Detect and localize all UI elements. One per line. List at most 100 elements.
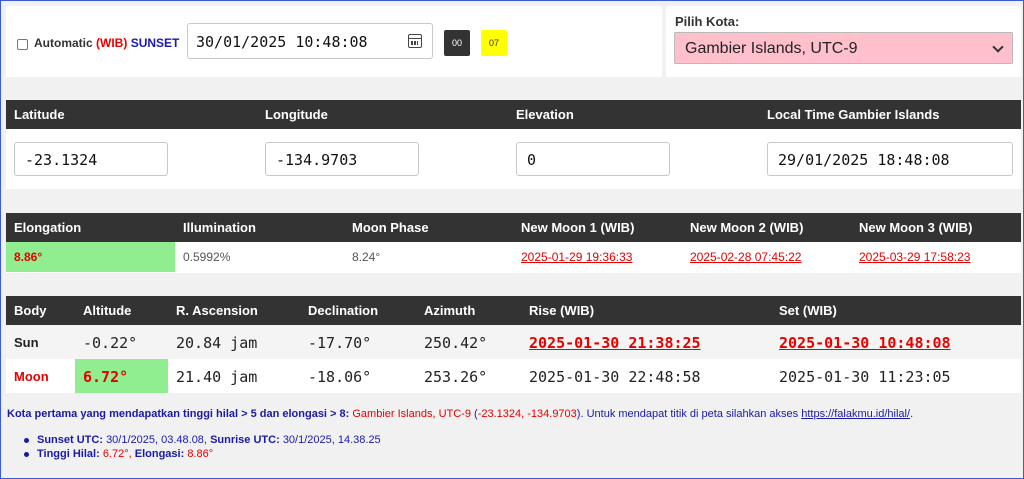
rise-link[interactable]: 2025-01-30 21:38:25 <box>529 334 701 352</box>
new-moon-3-link[interactable]: 2025-03-29 17:58:23 <box>859 250 970 264</box>
ra-header: R. Ascension <box>176 303 258 318</box>
rise-header-text: Rise <box>529 303 557 318</box>
datetime-input[interactable]: 30/01/2025 10:48:08 <box>187 23 433 59</box>
list-item: Tinggi Hilal: 6.72°, Elongasi: 8.86° <box>23 447 381 461</box>
body-name: Sun <box>14 335 39 350</box>
rise-value: 2025-01-30 22:48:58 <box>529 368 701 386</box>
wib-text: (WIB) <box>600 220 635 235</box>
ra-value: 20.84 jam <box>176 334 258 352</box>
set-header-text: Set <box>779 303 800 318</box>
altitude-value: -0.22° <box>83 334 138 352</box>
elongasi-value: 8.86° <box>187 448 214 460</box>
declination-header: Declination <box>308 303 379 318</box>
rise-header: Rise (WIB) <box>529 303 594 318</box>
minute-button[interactable]: 07 <box>481 30 507 56</box>
azimuth-value: 250.42° <box>424 334 488 352</box>
city-select-value: Gambier Islands, UTC-9 <box>685 40 858 57</box>
new-moon-1-header: New Moon 1 (WIB) <box>521 220 634 235</box>
elevation-value: 0 <box>527 151 537 169</box>
sunset-utc-label: Sunset UTC: <box>37 434 103 446</box>
info-coords: -23.1324, -134.9703 <box>477 408 577 420</box>
elevation-input[interactable]: 0 <box>516 142 670 176</box>
sunset-utc-value: 30/1/2025, 03.48.08, <box>106 434 207 446</box>
city-select[interactable]: Gambier Islands, UTC-9 <box>674 32 1013 64</box>
automatic-text: Automatic <box>34 36 93 50</box>
info-tail: . Untuk mendapat titik di peta silahkan … <box>580 408 799 420</box>
new-moon-3-header: New Moon 3 (WIB) <box>859 220 972 235</box>
info-intro: Kota pertama yang mendapatkan tinggi hil… <box>7 408 350 420</box>
moon-table: Elongation Illumination Moon Phase New M… <box>6 213 1021 273</box>
azimuth-value: 253.26° <box>424 368 488 386</box>
set-header: Set (WIB) <box>779 303 837 318</box>
longitude-header: Longitude <box>265 107 328 122</box>
latitude-header: Latitude <box>14 107 65 122</box>
hilal-info: Kota pertama yang mendapatkan tinggi hil… <box>7 408 913 420</box>
longitude-input[interactable]: -134.9703 <box>265 142 419 176</box>
altitude-value: 6.72° <box>83 368 129 386</box>
control-bar: Automatic (WIB) SUNSET 30/01/2025 10:48:… <box>6 6 662 77</box>
set-link[interactable]: 2025-01-30 10:48:08 <box>779 334 951 352</box>
local-time-header: Local Time Gambier Islands <box>767 107 940 122</box>
city-label: Pilih Kota: <box>675 14 740 29</box>
azimuth-header: Azimuth <box>424 303 476 318</box>
datetime-value: 30/01/2025 10:48:08 <box>196 33 368 51</box>
automatic-label: Automatic (WIB) SUNSET <box>34 36 179 50</box>
moon-phase-header: Moon Phase <box>352 220 429 235</box>
new-moon-2-header-text: New Moon 2 <box>690 220 766 235</box>
wib-text: (WIB) <box>769 220 804 235</box>
moon-table-header: Elongation Illumination Moon Phase New M… <box>6 213 1021 242</box>
local-time-value: 29/01/2025 18:48:08 <box>778 151 950 169</box>
body-header: Body <box>14 303 47 318</box>
new-moon-2-link[interactable]: 2025-02-28 07:45:22 <box>690 250 801 264</box>
wib-text: (WIB) <box>938 220 973 235</box>
moon-phase-value: 8.24° <box>352 250 381 264</box>
set-value: 2025-01-30 11:23:05 <box>779 368 951 386</box>
elongasi-label: Elongasi: <box>134 448 185 460</box>
illumination-value: 0.5992% <box>183 250 231 264</box>
latitude-value: -23.1324 <box>25 151 98 169</box>
info-city: Gambier Islands, UTC-9 <box>352 408 471 420</box>
elevation-header: Elevation <box>516 107 574 122</box>
wib-text: (WIB) <box>96 36 128 50</box>
info-coords-wrap: (-23.1324, -134.9703) <box>474 408 581 420</box>
illumination-header: Illumination <box>183 220 256 235</box>
declination-value: -17.70° <box>308 334 372 352</box>
new-moon-3-header-text: New Moon 3 <box>859 220 935 235</box>
elongation-cell: 8.86° <box>6 242 175 272</box>
tinggi-hilal-value: 6.72°, <box>102 448 132 460</box>
table-row-moon: Moon 6.72° 21.40 jam -18.06° 253.26° 202… <box>6 359 1021 393</box>
body-name: Moon <box>14 369 49 384</box>
new-moon-2-header: New Moon 2 (WIB) <box>690 220 803 235</box>
list-item: Sunset UTC: 30/1/2025, 03.48.08, Sunrise… <box>23 433 381 447</box>
summary-list: Sunset UTC: 30/1/2025, 03.48.08, Sunrise… <box>23 433 381 461</box>
altitude-cell: 6.72° <box>75 359 168 393</box>
table-row-sun: Sun -0.22° 20.84 jam -17.70° 250.42° 202… <box>6 325 1021 359</box>
elongation-header: Elongation <box>14 220 82 235</box>
info-end: . <box>910 408 914 420</box>
sunset-text: SUNSET <box>130 36 180 50</box>
body-table: Body Altitude R. Ascension Declination A… <box>6 296 1021 393</box>
wib-text: (WIB) <box>560 303 595 318</box>
sunrise-utc-value: 30/1/2025, 14.38.25 <box>282 434 381 446</box>
calendar-icon[interactable] <box>408 34 422 48</box>
declination-value: -18.06° <box>308 368 372 386</box>
ra-value: 21.40 jam <box>176 368 258 386</box>
sunrise-utc-label: Sunrise UTC: <box>210 434 280 446</box>
elongation-value: 8.86° <box>14 250 43 264</box>
wib-text: (WIB) <box>802 303 837 318</box>
city-panel: Pilih Kota: Gambier Islands, UTC-9 <box>666 6 1021 77</box>
falakmu-link[interactable]: https://falakmu.id/hilal/ <box>801 408 910 420</box>
automatic-checkbox[interactable] <box>17 39 28 50</box>
new-moon-1-link[interactable]: 2025-01-29 19:36:33 <box>521 250 632 264</box>
chevron-down-icon <box>992 41 1004 53</box>
location-panel: Latitude Longitude Elevation Local Time … <box>6 100 1021 189</box>
latitude-input[interactable]: -23.1324 <box>14 142 168 176</box>
local-time-input[interactable]: 29/01/2025 18:48:08 <box>767 142 1013 176</box>
tinggi-hilal-label: Tinggi Hilal: <box>37 448 100 460</box>
hour-button[interactable]: 00 <box>444 30 470 56</box>
altitude-header: Altitude <box>83 303 132 318</box>
new-moon-1-header-text: New Moon 1 <box>521 220 597 235</box>
longitude-value: -134.9703 <box>276 151 358 169</box>
location-header: Latitude Longitude Elevation Local Time … <box>6 100 1021 129</box>
body-table-header: Body Altitude R. Ascension Declination A… <box>6 296 1021 325</box>
